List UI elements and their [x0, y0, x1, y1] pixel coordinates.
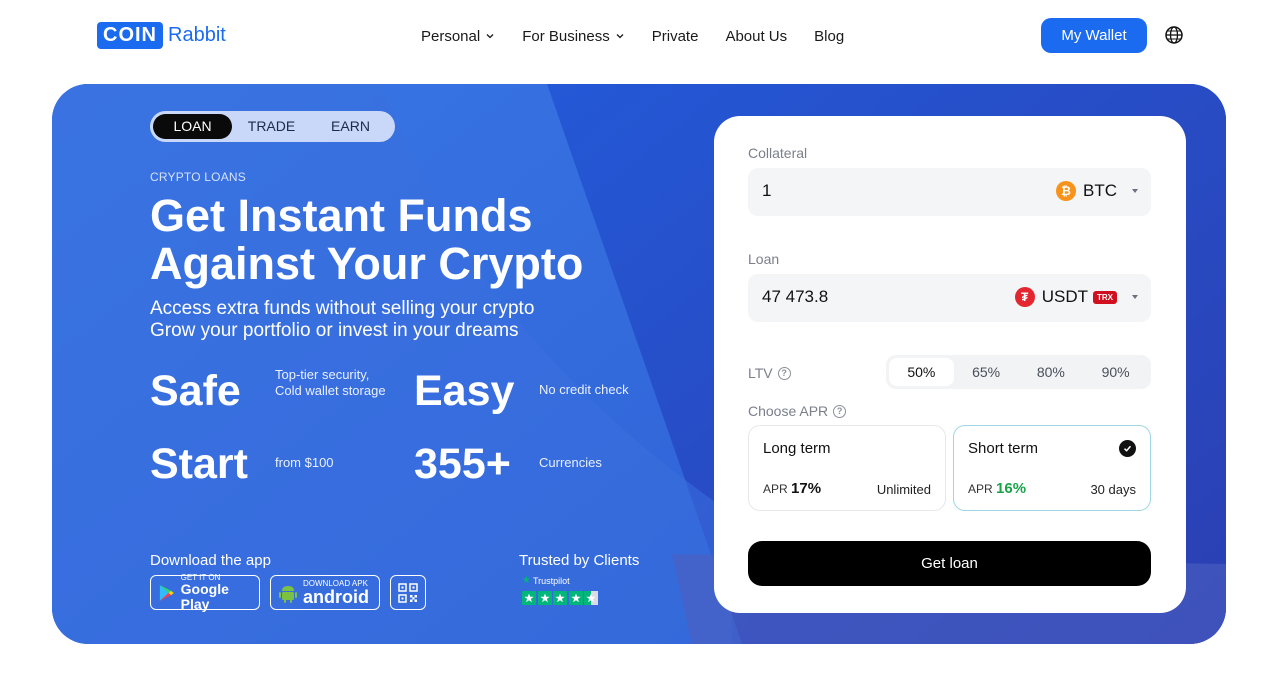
apr-prefix: APR	[968, 482, 993, 496]
half-star-icon	[584, 591, 598, 605]
hero-headline: Get Instant Funds Against Your Crypto	[150, 192, 583, 288]
chevron-down-icon	[486, 34, 494, 39]
ltv-selector: 50% 65% 80% 90%	[886, 355, 1151, 389]
nav-blog-label: Blog	[814, 27, 845, 45]
apr-value-row: APR 16%	[968, 480, 1026, 497]
nav-private-label: Private	[651, 27, 699, 45]
apr-term: 30 days	[1090, 482, 1136, 497]
headline-line-1: Get Instant Funds	[150, 190, 533, 241]
main-nav: Personal For Business Private About Us B…	[421, 26, 871, 46]
apr-option-title: Short term	[968, 440, 1039, 457]
eyebrow-label: CRYPTO LOANS	[150, 170, 246, 184]
caret-down-icon[interactable]	[1131, 294, 1139, 300]
network-badge: TRX	[1093, 290, 1117, 304]
help-icon[interactable]: ?	[833, 404, 847, 418]
logo-text: Rabbit	[168, 24, 226, 46]
google-play-big: Google Play	[180, 581, 229, 612]
nav-personal[interactable]: Personal	[421, 26, 495, 46]
ltv-option-50[interactable]: 50%	[889, 358, 954, 386]
collateral-label: Collateral	[748, 145, 808, 161]
product-tabs: LOAN TRADE EARN	[150, 111, 395, 142]
star-icon	[537, 591, 552, 605]
stat-easy-desc: No credit check	[539, 382, 629, 397]
stat-start: Start	[150, 440, 248, 488]
bitcoin-icon: ₿	[1056, 181, 1076, 201]
apr-value-row: APR 17%	[763, 480, 821, 497]
check-icon	[1119, 440, 1136, 457]
site-header: COIN Rabbit Personal For Business Privat…	[0, 0, 1280, 72]
star-icon	[522, 591, 536, 605]
apr-term: Unlimited	[876, 482, 931, 497]
google-play-button[interactable]: GET IT ON Google Play	[150, 573, 260, 612]
loan-label: Loan	[748, 251, 780, 267]
apr-label-row: Choose APR ?	[748, 403, 847, 419]
collateral-field[interactable]: 1 ₿ BTC	[748, 168, 1151, 216]
collateral-amount[interactable]: 1	[762, 181, 771, 201]
apr-option-long-term[interactable]: Long term APR 17% Unlimited	[748, 425, 946, 511]
nav-about-us[interactable]: About Us	[725, 26, 787, 46]
android-big: android	[303, 587, 369, 607]
star-icon	[553, 591, 567, 605]
trustpilot-logo[interactable]: ★ Trustpilot	[522, 575, 570, 586]
stat-easy: Easy	[414, 367, 515, 415]
nav-personal-label: Personal	[421, 27, 481, 45]
qr-code-icon	[398, 582, 418, 603]
loan-field[interactable]: 47 473.8 ₮ USDT TRX	[748, 274, 1151, 322]
stat-currencies: 355+	[414, 440, 511, 488]
globe-icon[interactable]	[1164, 25, 1184, 45]
ltv-option-90[interactable]: 90%	[1083, 358, 1148, 386]
apr-rate: 17%	[791, 480, 822, 497]
nav-blog[interactable]: Blog	[814, 26, 844, 46]
loan-amount[interactable]: 47 473.8	[762, 287, 828, 307]
tether-icon: ₮	[1014, 287, 1035, 307]
nav-for-business-label: For Business	[522, 27, 610, 45]
trustpilot-star-icon: ★	[522, 575, 531, 586]
hero-section: LOAN TRADE EARN CRYPTO LOANS Get Instant…	[52, 84, 1226, 644]
help-icon[interactable]: ?	[777, 366, 791, 380]
trusted-label: Trusted by Clients	[519, 552, 640, 569]
headline-line-2: Against Your Crypto	[150, 238, 584, 289]
subline-1: Access extra funds without selling your …	[150, 298, 535, 319]
collateral-currency-select[interactable]: ₿ BTC	[1056, 181, 1117, 201]
loan-calculator-card: Collateral 1 ₿ BTC Loan 47 473.8 ₮ USDT …	[714, 116, 1186, 613]
ltv-option-80[interactable]: 80%	[1019, 358, 1084, 386]
stat-safe-desc: Top-tier security, Cold wallet storage	[275, 367, 386, 398]
stat-safe: Safe	[150, 367, 241, 415]
apr-label: Choose APR	[748, 403, 829, 419]
nav-private[interactable]: Private	[652, 26, 699, 46]
trustpilot-rating	[522, 591, 600, 605]
collateral-currency: BTC	[1083, 181, 1117, 200]
logo-box: COIN	[97, 22, 163, 49]
qr-code-button[interactable]	[390, 575, 426, 610]
loan-currency: USDT	[1041, 287, 1088, 306]
apr-option-short-term[interactable]: Short term APR 16% 30 days	[953, 425, 1151, 511]
star-icon	[568, 591, 583, 605]
get-loan-button[interactable]: Get loan	[748, 541, 1151, 586]
apr-option-title: Long term	[763, 440, 831, 457]
ltv-option-65[interactable]: 65%	[954, 358, 1019, 386]
subline-2: Grow your portfolio or invest in your dr…	[150, 320, 519, 341]
ltv-label-row: LTV ?	[748, 365, 791, 381]
tab-trade[interactable]: TRADE	[232, 114, 311, 139]
stat-start-desc: from $100	[275, 455, 334, 470]
chevron-down-icon	[616, 34, 624, 39]
my-wallet-button[interactable]: My Wallet	[1041, 18, 1147, 53]
ltv-label: LTV	[748, 365, 773, 381]
google-play-icon	[159, 584, 174, 601]
caret-down-icon[interactable]	[1131, 188, 1139, 194]
android-apk-button[interactable]: DOWNLOAD APK android	[270, 575, 380, 610]
android-icon	[279, 585, 297, 603]
trustpilot-name: Trustpilot	[532, 575, 570, 586]
loan-currency-select[interactable]: ₮ USDT TRX	[1014, 287, 1117, 307]
nav-about-us-label: About Us	[725, 27, 788, 45]
download-label: Download the app	[150, 552, 271, 569]
apr-rate: 16%	[996, 480, 1027, 497]
coinrabbit-logo[interactable]: COIN Rabbit	[97, 22, 226, 49]
stat-currencies-desc: Currencies	[539, 455, 602, 470]
tab-earn[interactable]: EARN	[311, 114, 390, 139]
nav-for-business[interactable]: For Business	[522, 26, 625, 46]
hero-subline: Access extra funds without selling your …	[150, 298, 534, 342]
apr-prefix: APR	[763, 482, 788, 496]
tab-loan[interactable]: LOAN	[153, 114, 232, 139]
